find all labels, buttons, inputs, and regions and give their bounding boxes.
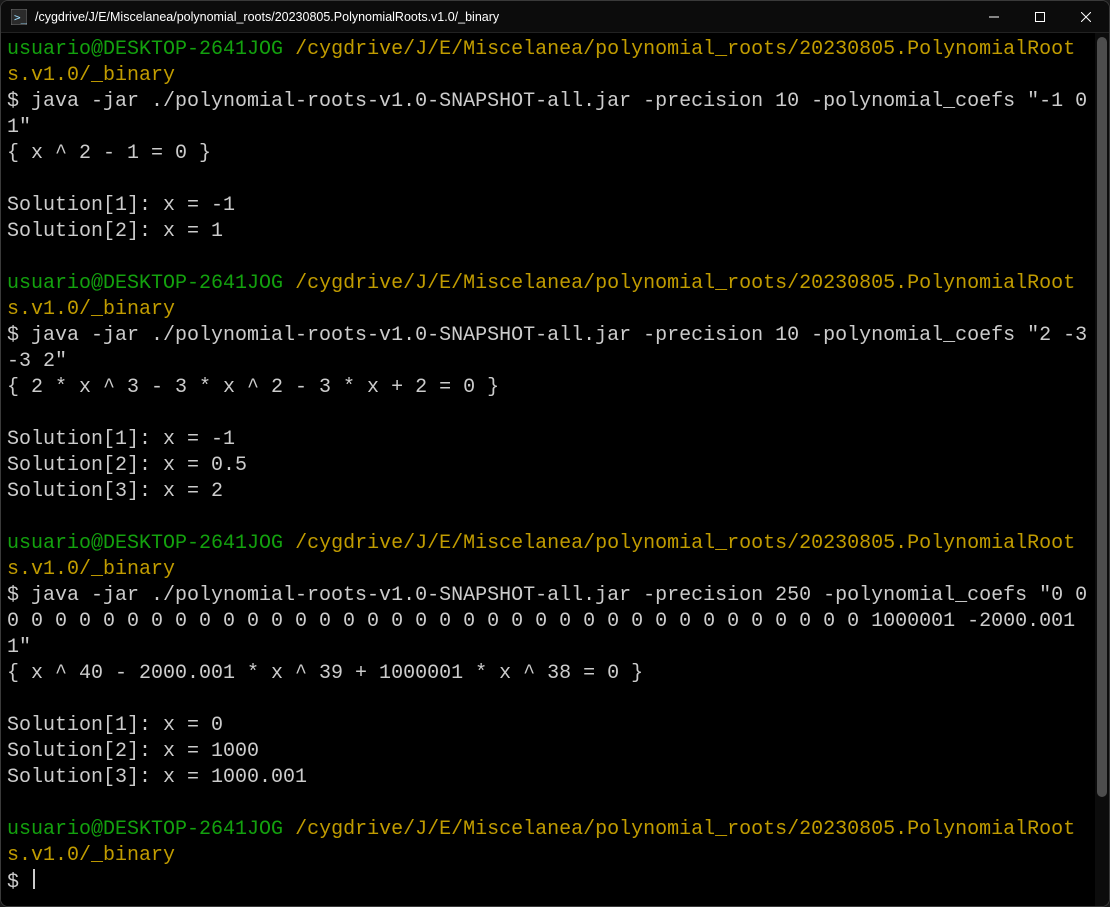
equation-line: { x ^ 40 - 2000.001 * x ^ 39 + 1000001 *…	[7, 662, 643, 685]
minimize-button[interactable]	[971, 1, 1017, 33]
window-title: /cygdrive/J/E/Miscelanea/polynomial_root…	[35, 10, 971, 24]
scrollbar-thumb[interactable]	[1097, 37, 1107, 797]
prompt-user-host: usuario@DESKTOP-2641JOG	[7, 818, 283, 841]
solution-line: Solution[1]: x = 0	[7, 714, 223, 737]
cursor	[33, 869, 35, 889]
terminal-window: >_ /cygdrive/J/E/Miscelanea/polynomial_r…	[0, 0, 1110, 907]
solution-line: Solution[2]: x = 1000	[7, 740, 259, 763]
svg-text:>_: >_	[14, 11, 27, 24]
equation-line: { 2 * x ^ 3 - 3 * x ^ 2 - 3 * x + 2 = 0 …	[7, 376, 499, 399]
prompt-symbol: $	[7, 871, 19, 894]
close-button[interactable]	[1063, 1, 1109, 33]
scrollbar[interactable]	[1095, 33, 1109, 906]
terminal-output[interactable]: usuario@DESKTOP-2641JOG /cygdrive/J/E/Mi…	[1, 33, 1095, 906]
solution-line: Solution[2]: x = 0.5	[7, 454, 247, 477]
equation-line: { x ^ 2 - 1 = 0 }	[7, 142, 211, 165]
command-line: $ java -jar ./polynomial-roots-v1.0-SNAP…	[7, 90, 1095, 139]
solution-line: Solution[1]: x = -1	[7, 194, 235, 217]
app-icon: >_	[11, 9, 27, 25]
prompt-user-host: usuario@DESKTOP-2641JOG	[7, 38, 283, 61]
maximize-button[interactable]	[1017, 1, 1063, 33]
window-controls	[971, 1, 1109, 32]
solution-line: Solution[3]: x = 2	[7, 480, 223, 503]
solution-line: Solution[2]: x = 1	[7, 220, 223, 243]
titlebar[interactable]: >_ /cygdrive/J/E/Miscelanea/polynomial_r…	[1, 1, 1109, 33]
prompt-user-host: usuario@DESKTOP-2641JOG	[7, 272, 283, 295]
command-line: $ java -jar ./polynomial-roots-v1.0-SNAP…	[7, 584, 1095, 659]
prompt-user-host: usuario@DESKTOP-2641JOG	[7, 532, 283, 555]
solution-line: Solution[3]: x = 1000.001	[7, 766, 307, 789]
solution-line: Solution[1]: x = -1	[7, 428, 235, 451]
command-line: $ java -jar ./polynomial-roots-v1.0-SNAP…	[7, 324, 1095, 373]
terminal-area: usuario@DESKTOP-2641JOG /cygdrive/J/E/Mi…	[1, 33, 1109, 906]
